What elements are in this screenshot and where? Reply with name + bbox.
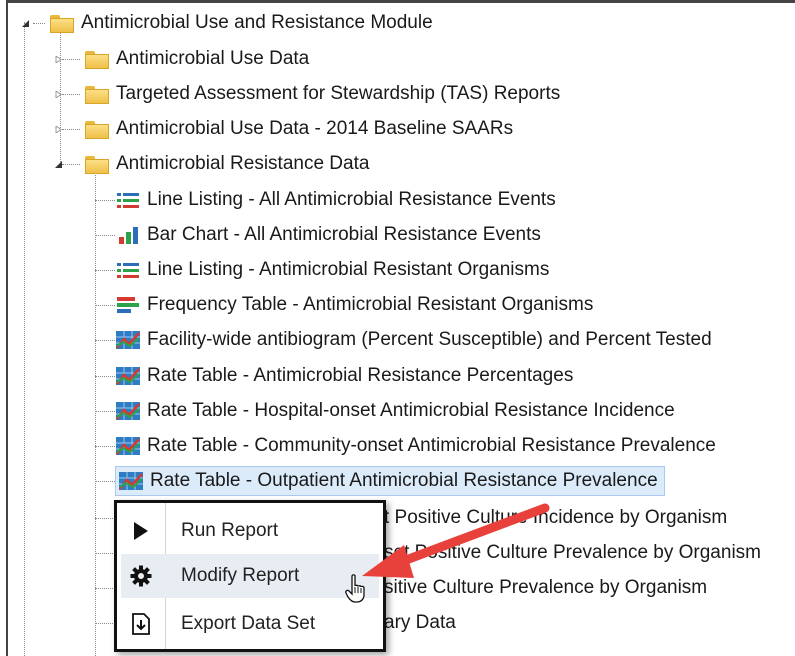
report-label-partial: sitive Culture Prevalence by Organism [384,577,708,598]
report-label-partial: set Positive Culture Prevalence by Organ… [384,542,761,563]
rate-table-icon [116,402,140,420]
report-label: Frequency Table - Antimicrobial Resistan… [147,294,594,315]
tree-node-label: Targeted Assessment for Stewardship (TAS… [116,83,561,104]
tree-node-label: Antimicrobial Use and Resistance Module [81,12,433,33]
rate-table-icon [116,367,140,385]
tree-folder-antimicrobial-use[interactable]: Antimicrobial Use Data [55,44,309,74]
tree-node-label: Antimicrobial Use Data - 2014 Baseline S… [116,118,514,139]
tree-folder-resistance-data[interactable]: Antimicrobial Resistance Data [55,149,369,179]
tree-folder-tas-reports[interactable]: Targeted Assessment for Stewardship (TAS… [55,79,560,109]
report-community-onset[interactable]: Rate Table - Community-onset Antimicrobi… [95,431,716,461]
tree-branch [95,588,115,589]
report-label-partial: ary Data [384,612,456,633]
folder-icon [84,84,110,104]
report-resistance-percentages[interactable]: Rate Table - Antimicrobial Resistance Pe… [95,361,573,391]
report-antibiogram[interactable]: Facility-wide antibiogram (Percent Susce… [95,325,712,355]
export-icon [121,602,161,646]
gear-icon [121,554,161,598]
report-label-partial: t Positive Culture Incidence by Organism [384,507,728,528]
report-line-listing-all-events[interactable]: Line Listing - All Antimicrobial Resista… [95,185,556,215]
selected-report[interactable]: Rate Table - Outpatient Antimicrobial Re… [115,466,665,496]
report-frequency-table[interactable]: Frequency Table - Antimicrobial Resistan… [95,290,593,320]
folder-icon [84,49,110,69]
report-hospital-onset[interactable]: Rate Table - Hospital-onset Antimicrobia… [95,396,675,426]
report-line-listing-organisms[interactable]: Line Listing - Antimicrobial Resistant O… [95,255,549,285]
folder-icon [84,154,110,174]
export-data-set-menu-item[interactable]: Export Data Set [121,602,379,646]
expanded-triangle-icon[interactable] [22,19,29,27]
report-label: Rate Table - Antimicrobial Resistance Pe… [147,365,574,386]
report-label: Rate Table - Hospital-onset Antimicrobia… [147,400,675,421]
collapsed-triangle-icon[interactable] [55,125,62,133]
folder-icon [84,119,110,139]
report-bar-chart-all-events[interactable]: Bar Chart - All Antimicrobial Resistance… [95,220,541,250]
report-label: Facility-wide antibiogram (Percent Susce… [147,329,712,350]
report-label: Line Listing - All Antimicrobial Resista… [147,189,556,210]
tree-node-label: Antimicrobial Use Data [116,48,310,69]
list-icon [117,263,139,278]
tree-node-label: Antimicrobial Resistance Data [116,153,370,174]
report-summary-data[interactable]: ary Data [384,608,456,638]
tree-branch [95,623,115,624]
rate-table-icon [119,472,143,490]
menu-item-label: Export Data Set [181,613,316,634]
modify-report-menu-item[interactable]: Modify Report [121,554,379,598]
play-icon [121,509,161,553]
tree-node-module[interactable]: Antimicrobial Use and Resistance Module [22,8,433,38]
panel-top-border [6,0,795,3]
report-label: Line Listing - Antimicrobial Resistant O… [147,259,550,280]
menu-item-label: Run Report [181,520,279,541]
list-icon [117,193,139,208]
bar-chart-icon [119,227,138,244]
tree-line-root [24,22,25,656]
report-label: Bar Chart - All Antimicrobial Resistance… [147,224,541,245]
folder-icon [49,13,75,33]
expanded-triangle-icon[interactable] [55,160,62,168]
report-positive-culture-incidence[interactable]: t Positive Culture Incidence by Organism [384,503,727,533]
report-positive-culture-prevalence-2[interactable]: sitive Culture Prevalence by Organism [384,573,707,603]
panel-left-border [6,0,8,656]
report-label: Rate Table - Outpatient Antimicrobial Re… [150,470,658,491]
run-report-menu-item[interactable]: Run Report [121,509,379,553]
rate-table-icon [116,437,140,455]
report-label: Rate Table - Community-onset Antimicrobi… [147,435,716,456]
hand-cursor-icon [345,574,365,603]
tree-branch [95,518,115,519]
tree-branch [95,553,115,554]
collapsed-triangle-icon[interactable] [55,55,62,63]
report-positive-culture-prevalence[interactable]: set Positive Culture Prevalence by Organ… [384,538,761,568]
tree-folder-baseline-saars[interactable]: Antimicrobial Use Data - 2014 Baseline S… [55,114,513,144]
menu-item-label: Modify Report [181,565,300,586]
report-outpatient-prevalence-row[interactable]: Rate Table - Outpatient Antimicrobial Re… [95,466,695,496]
collapsed-triangle-icon[interactable] [55,90,62,98]
rate-table-icon [116,331,140,349]
frequency-table-icon [117,297,139,313]
